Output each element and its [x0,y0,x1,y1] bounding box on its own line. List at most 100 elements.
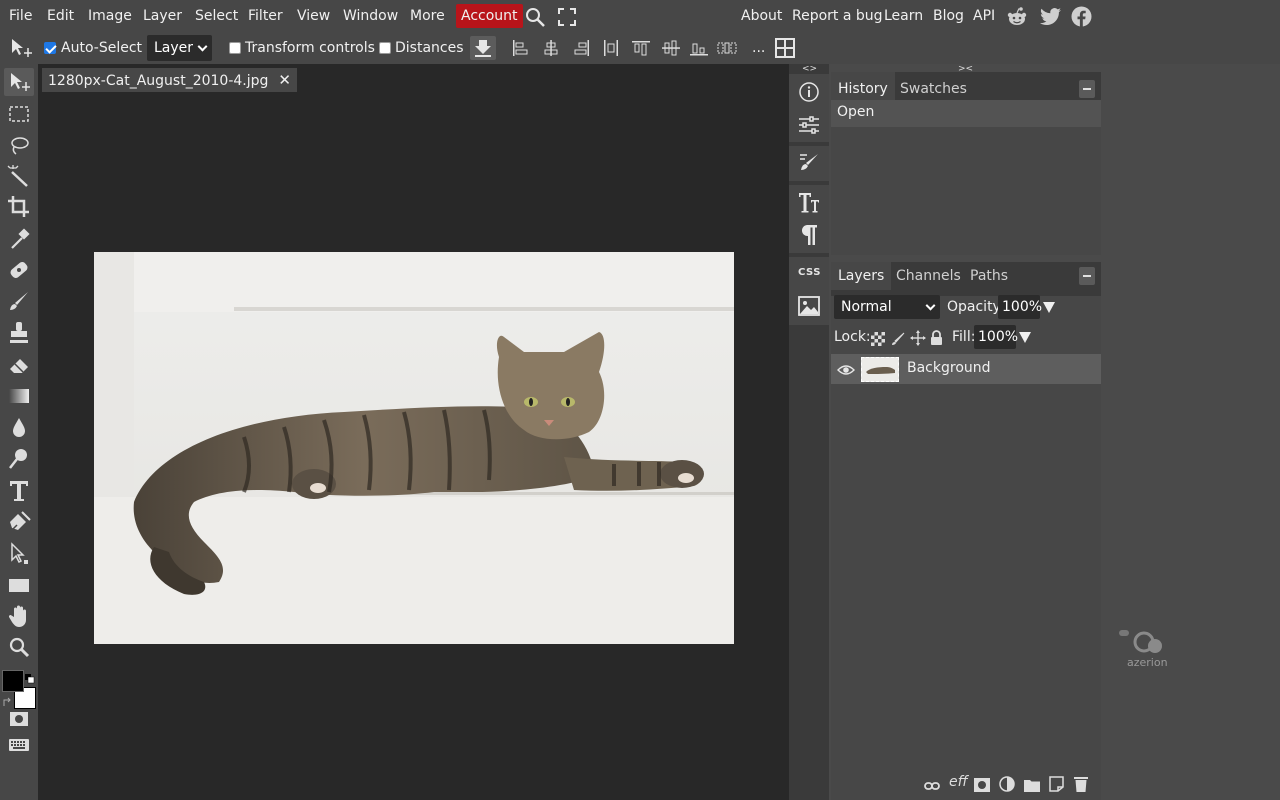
menu-more[interactable]: More [410,0,445,32]
lasso-icon [11,137,29,155]
image-canvas[interactable] [94,252,734,644]
blend-mode-select[interactable]: Normal [834,295,940,319]
strip-group-type [789,185,829,253]
menu-blog[interactable]: Blog [933,0,964,32]
download-icon[interactable] [470,36,496,60]
lock-pixels-icon[interactable] [891,331,905,345]
align-top-icon[interactable] [631,39,651,57]
layer-effects-button[interactable]: eff [949,774,968,790]
menu-learn[interactable]: Learn [884,0,923,32]
fullscreen-icon[interactable] [557,7,577,27]
menu-report-bug[interactable]: Report a bug [792,0,883,32]
info-icon[interactable] [798,81,820,103]
auto-select-target-select[interactable]: Layer [147,35,212,61]
eye-icon[interactable] [837,362,855,376]
dodge-tool[interactable] [4,445,34,473]
zoom-tool[interactable] [4,634,34,662]
more-options-button[interactable]: ... [752,32,765,64]
lock-transparency-icon[interactable] [871,331,885,346]
gradient-tool[interactable] [4,382,34,410]
menu-image[interactable]: Image [88,0,132,32]
align-right-icon[interactable] [571,39,591,57]
tab-layers[interactable]: Layers [831,262,892,290]
menu-edit[interactable]: Edit [47,0,74,32]
layer-row[interactable]: Background [831,354,1101,384]
layer-mask-icon[interactable] [974,777,990,792]
shape-tool[interactable] [4,571,34,599]
distribute-vertical-icon[interactable] [717,39,737,57]
align-left-icon[interactable] [511,39,531,57]
eyedropper-tool[interactable] [4,225,34,253]
menu-select[interactable]: Select [195,0,238,32]
account-button[interactable]: Account [456,4,523,28]
auto-select-checkbox[interactable] [44,42,56,54]
hand-tool[interactable] [4,603,34,631]
lock-position-icon[interactable] [910,330,926,346]
move-tool[interactable] [4,68,34,96]
tab-paths[interactable]: Paths [963,262,1015,290]
minimize-icon[interactable] [1079,267,1095,285]
grid-icon[interactable] [774,38,796,58]
path-select-tool[interactable] [4,540,34,568]
character-icon[interactable] [797,190,821,214]
image-icon[interactable] [798,296,820,316]
menu-about[interactable]: About [741,0,782,32]
align-center-vertical-icon[interactable] [661,39,681,57]
adjustments-icon[interactable] [798,114,820,136]
new-layer-icon[interactable] [1049,776,1064,792]
crop-tool[interactable] [4,193,34,221]
transform-controls-checkbox[interactable] [229,42,241,54]
menu-filter[interactable]: Filter [248,0,283,32]
marquee-tool[interactable] [4,100,34,128]
ad-toggle[interactable] [1119,630,1129,636]
magic-wand-tool[interactable] [4,162,34,190]
swap-colors-icon[interactable] [3,692,13,706]
twitter-icon[interactable] [1040,7,1062,27]
align-center-horizontal-icon[interactable] [541,39,561,57]
opacity-input[interactable]: 100% [998,295,1042,319]
lasso-tool[interactable] [4,131,34,159]
link-layers-icon[interactable] [924,778,940,792]
stamp-tool[interactable] [4,319,34,347]
blur-tool[interactable] [4,414,34,442]
opacity-dropdown-icon[interactable] [1043,302,1055,313]
facebook-icon[interactable] [1071,6,1092,27]
lock-all-icon[interactable] [930,330,943,346]
pen-tool[interactable] [4,508,34,536]
eraser-tool[interactable] [4,351,34,379]
path-select-icon [11,542,28,564]
type-tool[interactable] [4,477,34,505]
folder-icon[interactable] [1024,777,1040,792]
minimize-icon[interactable] [1079,80,1095,98]
tab-channels[interactable]: Channels [889,262,968,290]
foreground-color-swatch[interactable] [2,670,24,692]
menu-api[interactable]: API [973,0,995,32]
reset-colors-icon[interactable] [25,669,35,684]
document-tab[interactable]: 1280px-Cat_August_2010-4.jpg ✕ [42,68,297,92]
brush-tool[interactable] [4,288,34,316]
css-panel-button[interactable]: CSS [798,267,821,278]
distribute-horizontal-icon[interactable] [601,39,621,57]
fill-input[interactable]: 100% [974,325,1018,349]
distances-checkbox[interactable] [379,42,391,54]
close-icon[interactable]: ✕ [278,71,291,89]
menu-bar: File Edit Image Layer Select Filter View… [0,0,1280,32]
search-icon[interactable] [524,6,546,28]
reddit-icon[interactable] [1006,6,1028,28]
paragraph-icon[interactable] [798,223,820,247]
menu-window[interactable]: Window [343,0,398,32]
keyboard-button[interactable] [4,732,34,760]
brush-settings-icon[interactable] [798,152,820,174]
quick-mask-button[interactable] [4,706,34,734]
trash-icon[interactable] [1074,776,1088,792]
adjustment-layer-icon[interactable] [999,776,1015,792]
menu-layer[interactable]: Layer [143,0,182,32]
menu-view[interactable]: View [297,0,330,32]
layers-panel-tabs: Layers Channels Paths [831,262,1101,296]
fill-dropdown-icon[interactable] [1019,332,1031,343]
menu-file[interactable]: File [9,0,32,32]
collapse-strip-icon[interactable]: <> [802,64,817,74]
healing-brush-tool[interactable] [4,256,34,284]
history-entry[interactable]: Open [831,100,1101,127]
align-bottom-icon[interactable] [689,39,709,57]
